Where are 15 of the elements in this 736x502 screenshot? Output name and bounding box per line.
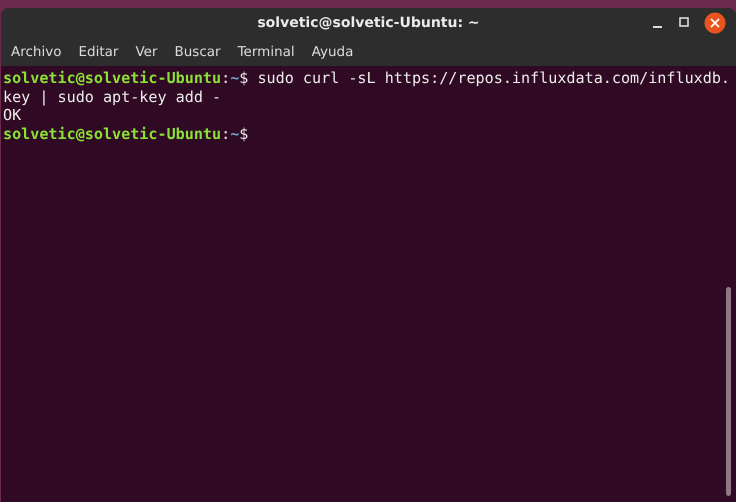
scrollbar[interactable] xyxy=(726,287,731,496)
menu-item[interactable]: Editar xyxy=(78,38,128,66)
output-text: key | sudo apt-key add - xyxy=(3,88,222,106)
menu-item[interactable]: Buscar xyxy=(174,38,230,66)
menu-item[interactable]: Terminal xyxy=(238,38,304,66)
menu-item[interactable]: Archivo xyxy=(11,38,70,66)
terminal-area[interactable]: solvetic@solvetic-Ubuntu:~$ sudo curl -sL https://repos.influxdata.com/influxdb. key | sudo apt-key add - OK solvetic@solvetic-Ubuntu:~$ xyxy=(1,66,736,502)
window-title: solvetic@solvetic-Ubuntu: ~ xyxy=(257,14,480,33)
prompt: solvetic@solvetic-Ubuntu:~$ xyxy=(3,69,248,87)
prompt: solvetic@solvetic-Ubuntu:~$ xyxy=(3,124,248,142)
command-text: sudo curl -sL https://repos.influxdata.com/influxdb. xyxy=(257,69,730,87)
menu-item[interactable]: Ayuda xyxy=(312,38,362,66)
menu-item[interactable]: Ver xyxy=(135,38,166,66)
output-text: OK xyxy=(3,106,22,124)
close-icon[interactable] xyxy=(704,12,726,34)
